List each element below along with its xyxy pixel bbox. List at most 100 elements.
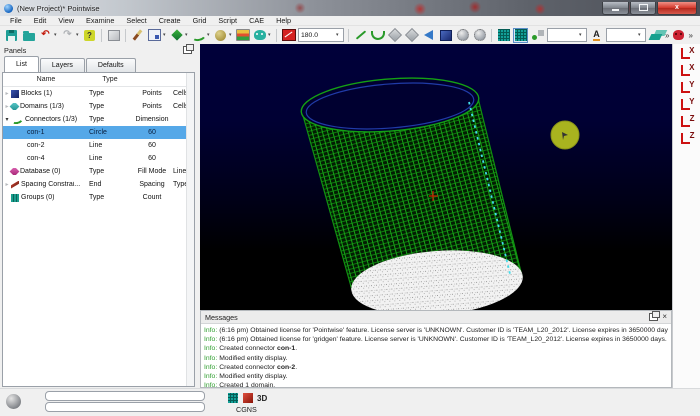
menu-script[interactable]: Script (212, 16, 243, 25)
tree-row-con-1[interactable]: con-1 Circle 60 (3, 126, 194, 139)
tree-row-domains[interactable]: ▸Domains (1/3) Type Points Cells (3, 100, 194, 113)
connector-style-button[interactable] (191, 28, 206, 43)
minimize-button[interactable] (602, 2, 629, 15)
undo-button[interactable]: ↶ (38, 28, 53, 43)
copy-frame-dropdown[interactable]: ▾ (163, 33, 168, 38)
blocks-icon (11, 90, 19, 98)
save-button[interactable] (4, 28, 19, 43)
layers-button[interactable] (648, 28, 663, 43)
tab-list[interactable]: List (4, 56, 39, 72)
float-messages-icon[interactable] (649, 313, 658, 321)
khaki-sphere-icon (215, 30, 226, 41)
menu-edit[interactable]: Edit (28, 16, 53, 25)
tree-row-database[interactable]: Database (0) Type Fill Mode Line ... (3, 165, 194, 178)
close-messages-icon[interactable]: × (662, 313, 667, 321)
blue-wedge-icon (424, 30, 433, 40)
redo-dropdown[interactable]: ▾ (76, 33, 81, 38)
tree-row-groups[interactable]: Groups (0) Type Count (3, 191, 194, 204)
toolbar-overflow[interactable]: » (688, 31, 692, 40)
angle-value: 180.0 (301, 32, 318, 39)
shaded-sphere-button[interactable] (213, 28, 228, 43)
help-button[interactable]: ? (82, 28, 97, 43)
draw-style-button[interactable] (130, 28, 145, 43)
tree-row-blocks[interactable]: ▸Blocks (1) Type Points Cells (3, 87, 194, 100)
angle-combo[interactable]: 180.0 ▾ (298, 28, 344, 42)
tab-layers[interactable]: Layers (40, 58, 85, 72)
close-button[interactable]: x (657, 2, 697, 15)
menu-examine[interactable]: Examine (80, 16, 120, 25)
show-hide-button[interactable] (106, 28, 121, 43)
menu-create[interactable]: Create (153, 16, 187, 25)
gray-diamond-icon (387, 28, 401, 42)
panels-sidebar: Panels List Layers Defaults Name Type ▸B… (0, 44, 197, 388)
solid-mesh-dropdown[interactable]: ▾ (185, 33, 190, 38)
connectors-icon (10, 115, 24, 124)
expand-arrow-icon[interactable]: ▸ (3, 181, 11, 188)
image-display-button[interactable] (235, 28, 250, 43)
connector-style-dropdown[interactable]: ▾ (207, 33, 212, 38)
red-mask-icon (673, 30, 684, 40)
display-viewport[interactable] (200, 44, 672, 310)
menu-view[interactable]: View (52, 16, 80, 25)
dimension-combo[interactable]: ▾ (547, 28, 587, 42)
menu-select[interactable]: Select (120, 16, 152, 25)
mask-display-dropdown[interactable]: ▾ (268, 33, 273, 38)
tab-defaults[interactable]: Defaults (86, 58, 136, 72)
blue-box-icon (440, 30, 452, 41)
angle-combo-caret: ▾ (336, 33, 341, 38)
undo-dropdown[interactable]: ▾ (54, 33, 59, 38)
toolbar-separator (276, 29, 277, 42)
menu-grid[interactable]: Grid (187, 16, 213, 25)
mask-display-button[interactable] (252, 28, 267, 43)
view-neg-x-button[interactable]: X (679, 63, 696, 78)
view-neg-z-button[interactable]: Z (679, 131, 696, 146)
cae-mask-button[interactable] (671, 28, 686, 43)
view-button-strip: X X Y Y Z Z (672, 44, 700, 388)
shaded-sphere-dropdown[interactable]: ▾ (229, 33, 234, 38)
tree-row-spacing-constraints[interactable]: ▸Spacing Constrai... End Spacing Type (3, 178, 194, 191)
float-panel-icon[interactable] (183, 46, 192, 54)
tree-row-con-4[interactable]: con-4 Line 60 (3, 152, 194, 165)
mesh-sphere2-button[interactable] (472, 28, 487, 43)
teal-mask-icon (254, 30, 266, 40)
tree-scrollbar[interactable] (186, 73, 194, 386)
panels-title: Panels (4, 46, 26, 55)
view-neg-y-button[interactable]: Y (679, 97, 696, 112)
view-pos-y-button[interactable]: Y (679, 80, 696, 95)
attribute-button[interactable]: A (589, 28, 604, 43)
tree-row-connectors[interactable]: ▾Connectors (1/3) Type Dimension (3, 113, 194, 126)
surface-tool-button[interactable] (387, 28, 402, 43)
mesh-cylinder[interactable] (299, 72, 525, 310)
mesh-sphere-button[interactable] (455, 28, 470, 43)
examine-button[interactable] (281, 28, 296, 43)
menu-help[interactable]: Help (270, 16, 297, 25)
surface-tool2-button[interactable] (404, 28, 419, 43)
two-point-curve-button[interactable] (353, 28, 368, 43)
toolbar-overflow[interactable]: » (665, 31, 669, 40)
connector-tool-button[interactable] (530, 28, 545, 43)
revolve-button[interactable] (421, 28, 436, 43)
solid-mesh-button[interactable] (169, 28, 184, 43)
status-input-2[interactable] (45, 402, 205, 412)
assemble-block-button[interactable] (438, 28, 453, 43)
red-cube-icon (243, 393, 253, 403)
expand-arrow-icon[interactable]: ▸ (3, 90, 11, 97)
maximize-icon (639, 4, 648, 11)
view-pos-x-button[interactable]: X (679, 46, 696, 61)
tree-row-con-2[interactable]: con-2 Line 60 (3, 139, 194, 152)
menu-cae[interactable]: CAE (243, 16, 270, 25)
spacing-combo[interactable]: ▾ (606, 28, 646, 42)
open-button[interactable] (21, 28, 36, 43)
unstructured-grid-button[interactable] (513, 28, 528, 43)
maximize-button[interactable] (630, 2, 656, 15)
status-input-1[interactable] (45, 391, 205, 401)
collapse-arrow-icon[interactable]: ▾ (3, 116, 11, 123)
main-toolbar: ↶ ▾ ↷ ▾ ? ▾ ▾ ▾ ▾ ▾ 180.0 ▾ (0, 26, 700, 45)
copy-frame-button[interactable] (147, 28, 162, 43)
structured-grid-button[interactable] (496, 28, 511, 43)
view-pos-z-button[interactable]: Z (679, 114, 696, 129)
undo-icon: ↶ (41, 30, 49, 40)
redo-button[interactable]: ↷ (60, 28, 75, 43)
menu-file[interactable]: File (4, 16, 28, 25)
arc-curve-button[interactable] (370, 28, 385, 43)
